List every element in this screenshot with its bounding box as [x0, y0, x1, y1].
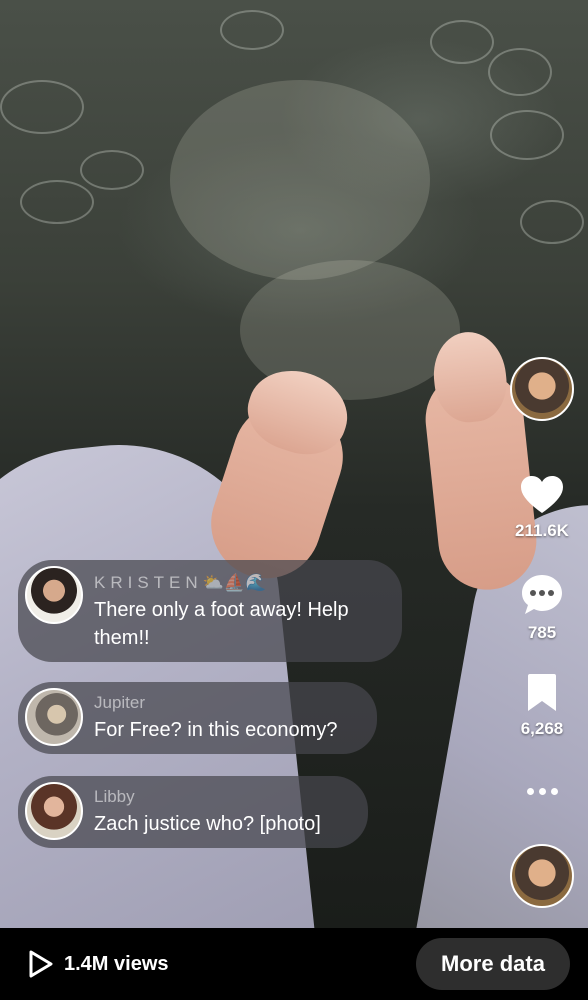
water-ripple — [20, 180, 94, 224]
more-icon — [526, 787, 534, 795]
comment-text: There only a foot away! Help them!! — [94, 599, 349, 649]
water-ripple — [220, 10, 284, 50]
water-ripple — [0, 80, 84, 134]
commenter-name: Libby — [94, 787, 135, 806]
comment-text: For Free? in this economy? — [94, 719, 338, 741]
creator-avatar[interactable] — [510, 357, 574, 421]
water-ripple — [490, 110, 564, 160]
views-indicator: 1.4M views — [28, 948, 169, 980]
bottom-bar: 1.4M views More data — [0, 928, 588, 1000]
comment-text: Zach justice who? [photo] — [94, 813, 321, 835]
video-player-screen: KRISTEN⛅⛵🌊 There only a foot away! Help … — [0, 0, 588, 1000]
commenter-name: Jupiter — [94, 693, 146, 712]
commenter-emoji: ⛅⛵🌊 — [202, 573, 267, 592]
bookmark-icon — [528, 674, 556, 711]
commenter-name: KRISTEN⛅⛵🌊 — [94, 573, 267, 592]
more-options-button[interactable] — [516, 778, 568, 804]
water-ripple — [488, 48, 552, 96]
comment-bubble[interactable]: Libby Zach justice who? [photo] — [18, 776, 368, 848]
comment-bubble[interactable]: Jupiter For Free? in this economy? — [18, 682, 377, 754]
views-count: 1.4M views — [64, 952, 169, 975]
more-data-button[interactable]: More data — [416, 938, 570, 990]
commenter-avatar[interactable] — [25, 688, 83, 746]
water-ripple — [430, 20, 494, 64]
play-icon — [29, 950, 53, 978]
commenter-avatar[interactable] — [25, 566, 83, 624]
save-button[interactable]: 6,268 — [512, 673, 572, 739]
music-disc[interactable] — [510, 844, 574, 908]
comment-button[interactable]: 785 — [512, 573, 572, 643]
comment-icon — [522, 575, 562, 614]
comment-count: 785 — [527, 623, 557, 642]
heart-icon — [521, 476, 563, 513]
save-count: 6,268 — [520, 719, 564, 738]
like-count: 211.6K — [515, 521, 569, 540]
water-ripple — [80, 150, 144, 190]
water-ripple — [520, 200, 584, 244]
like-button[interactable]: 211.6K — [512, 475, 572, 541]
comment-bubble[interactable]: KRISTEN⛅⛵🌊 There only a foot away! Help … — [18, 560, 402, 662]
commenter-avatar[interactable] — [25, 782, 83, 840]
water-splash — [170, 80, 430, 280]
